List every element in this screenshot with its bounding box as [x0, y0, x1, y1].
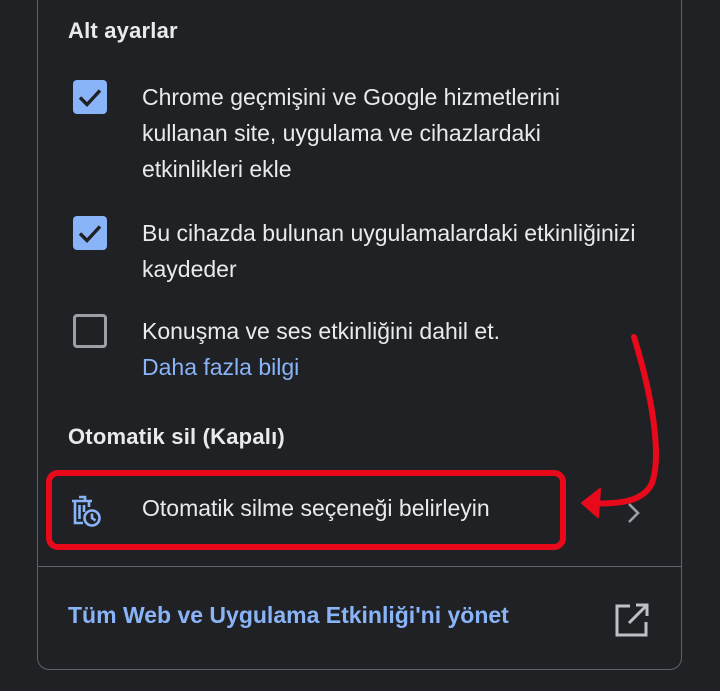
chrome-history-label: Chrome geçmişini ve Google hizmetlerini …	[142, 84, 560, 182]
checkbox-voice-activity[interactable]	[73, 314, 107, 348]
auto-delete-title: Otomatik sil (Kapalı)	[68, 424, 285, 449]
app-activity-label: Bu cihazda bulunan uygulamalardaki etkin…	[142, 220, 636, 282]
checkbox-chrome-history[interactable]	[73, 80, 107, 114]
checkmark-icon	[78, 89, 102, 107]
divider	[37, 566, 682, 567]
checkmark-icon	[78, 225, 102, 243]
manage-activity-link: Tüm Web ve Uygulama Etkinliği'ni yönet	[68, 602, 509, 628]
annotation-highlight-box	[46, 470, 566, 550]
open-in-new-icon	[615, 603, 649, 637]
checkbox-app-activity[interactable]	[73, 216, 107, 250]
annotation-arrow-icon	[581, 334, 659, 518]
sub-settings-title: Alt ayarlar	[68, 18, 178, 43]
